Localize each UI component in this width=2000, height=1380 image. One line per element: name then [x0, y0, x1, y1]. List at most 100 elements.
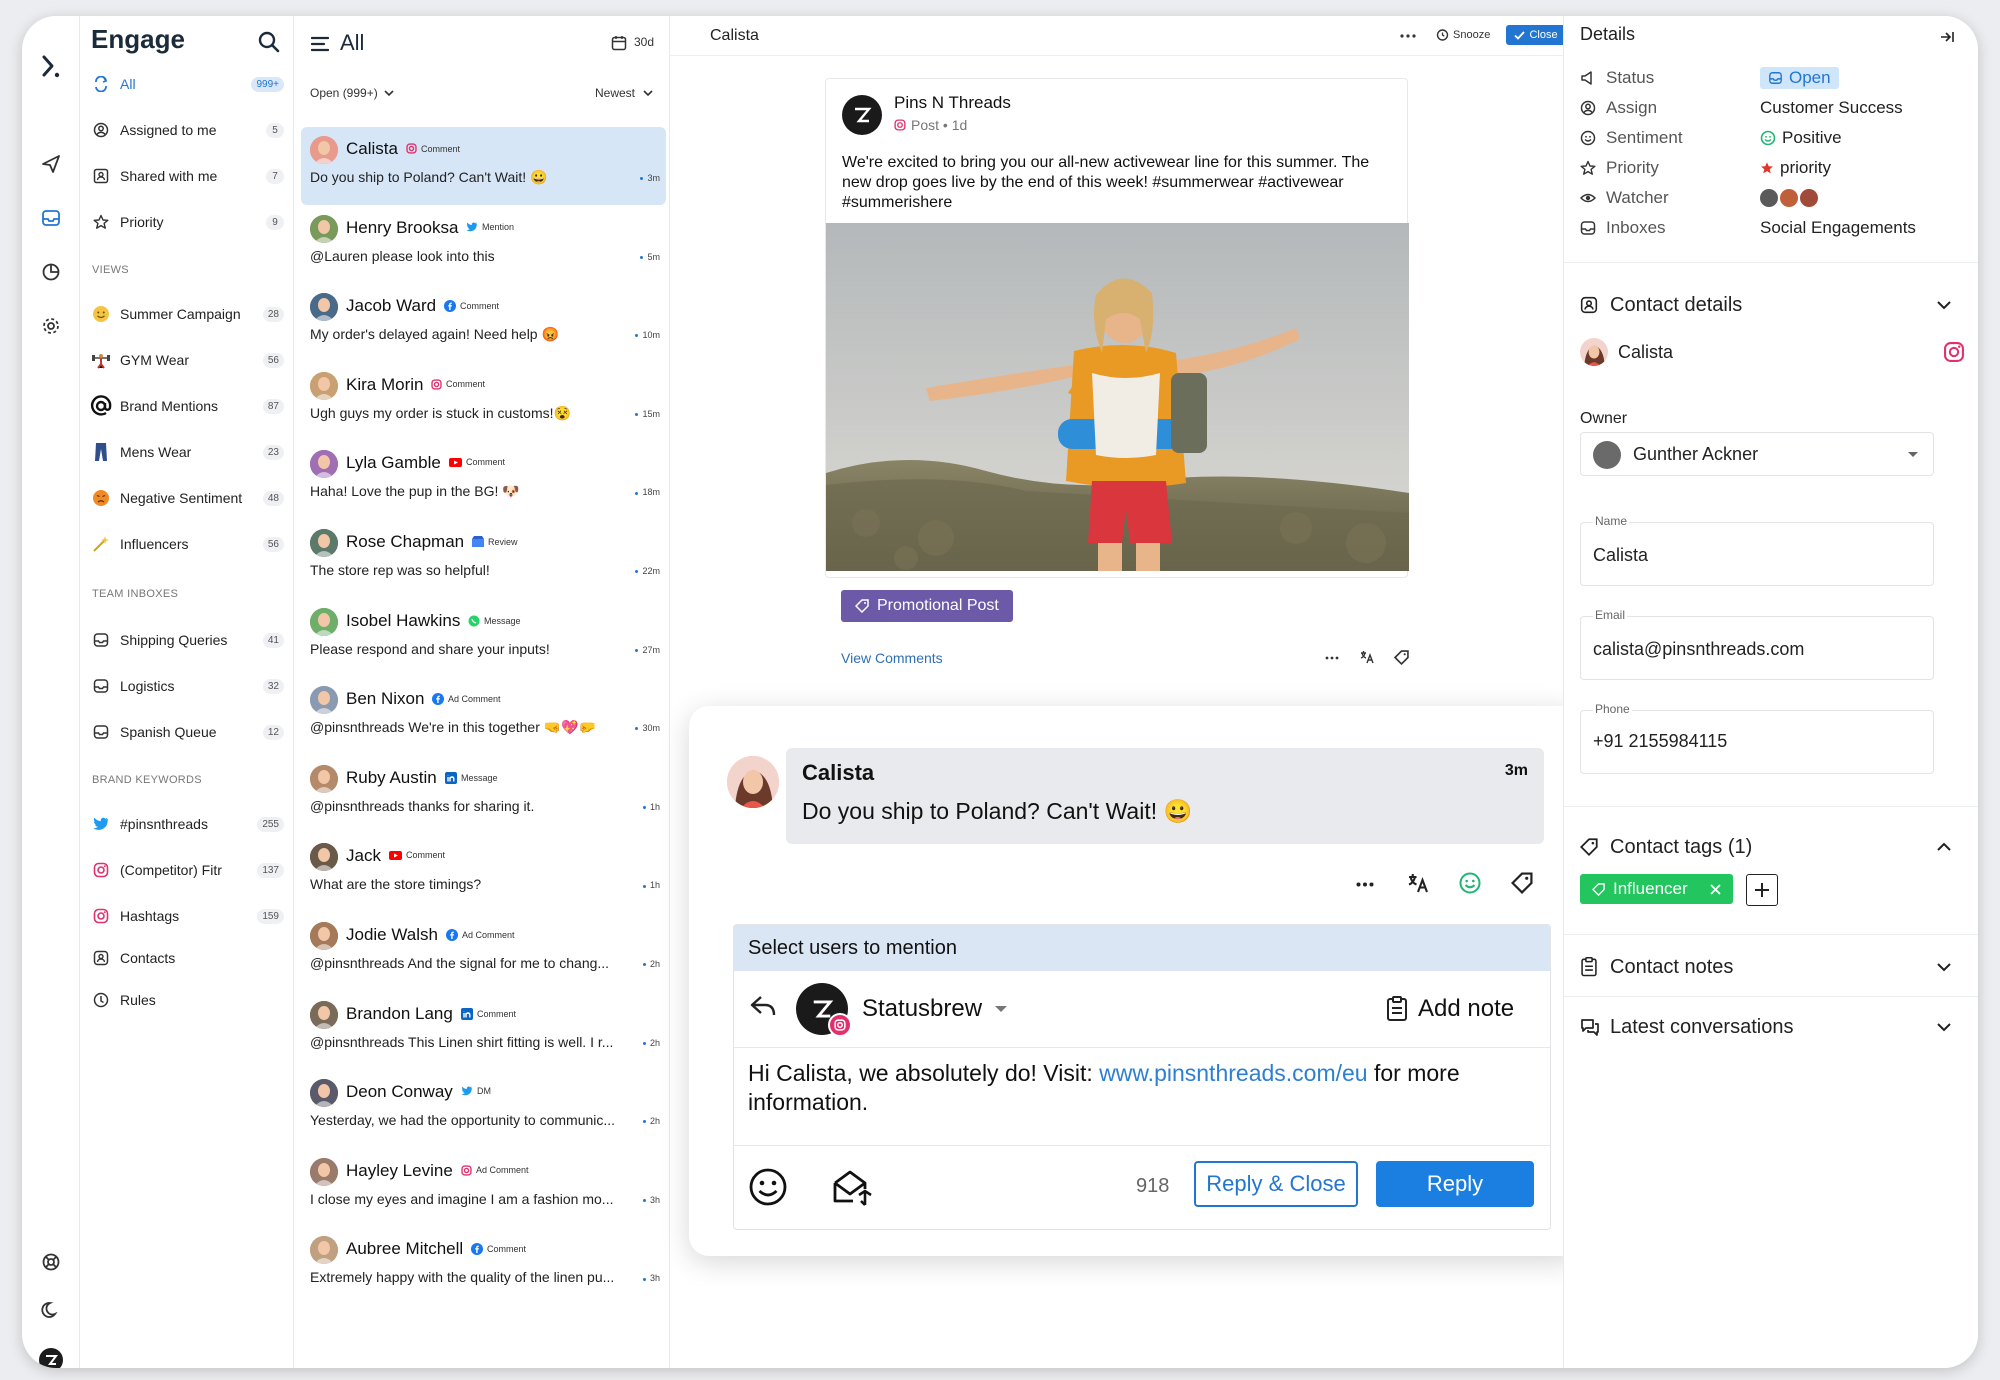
comment-time: 3m	[1504, 762, 1528, 779]
sidebar-view-mens-wear[interactable]: Mens Wear 23	[90, 434, 290, 470]
conversation-row[interactable]: Rose Chapman Review The store rep was so h…	[301, 520, 666, 598]
mention-users-bar[interactable]: Select users to mention	[734, 925, 1550, 971]
twitter-icon	[461, 1086, 473, 1096]
close-conversation-button[interactable]: Close	[1506, 25, 1566, 45]
date-range-label[interactable]: 30d	[634, 35, 654, 49]
sentiment-value[interactable]: Positive	[1760, 128, 1842, 148]
statusbrew-logo-icon[interactable]	[22, 48, 80, 84]
reply-text-area[interactable]: Hi Calista, we absolutely do! Visit: www…	[748, 1059, 1528, 1117]
sidebar-keyword-pinsnthreads[interactable]: #pinsnthreads 255	[90, 806, 290, 842]
list-title: All	[340, 30, 365, 55]
message-type-label: Comment	[466, 457, 506, 468]
reply-button[interactable]: Reply	[1376, 1161, 1534, 1207]
contact-avatar	[310, 1079, 338, 1108]
sidebar-item-label: (Competitor) Fitr	[120, 862, 222, 878]
sidebar-inbox-shipping[interactable]: Shipping Queries 41	[90, 622, 290, 658]
sidebar-item-shared[interactable]: Shared with me 7	[90, 158, 290, 194]
sidebar-view-negative-sentiment[interactable]: Negative Sentiment 48	[90, 480, 290, 516]
status-filter-dropdown[interactable]: Open (999+)	[310, 86, 394, 100]
menu-hamburger-icon[interactable]	[310, 34, 330, 54]
conversation-row[interactable]: Jacob Ward Comment My order's delayed agai…	[301, 284, 666, 362]
account-avatar[interactable]	[796, 983, 852, 1037]
sidebar-item-all[interactable]: All 999+	[90, 66, 290, 102]
conversation-row[interactable]: Jodie Walsh Ad Comment @pinsnthreads And t…	[301, 913, 666, 991]
conversation-row[interactable]: Kira Morin Comment Ugh guys my order is st…	[301, 363, 666, 441]
contact-name: Calista	[1618, 341, 1674, 362]
emoji-picker-icon[interactable]	[746, 1165, 790, 1209]
sidebar-item-assigned[interactable]: Assigned to me 5	[90, 112, 290, 148]
sidebar-item-label: Influencers	[120, 536, 189, 552]
add-tag-button[interactable]	[1746, 874, 1778, 906]
post-tag-badge[interactable]: Promotional Post	[841, 590, 1013, 622]
tag-icon[interactable]	[1392, 648, 1410, 666]
count-badge: 56	[262, 536, 284, 552]
status-megaphone-icon	[1581, 71, 1592, 85]
add-note-button[interactable]: Add note	[1386, 995, 1514, 1023]
translate-icon[interactable]	[1358, 648, 1376, 666]
help-lifebuoy-icon[interactable]	[22, 1244, 80, 1280]
sidebar-inbox-logistics[interactable]: Logistics 32	[90, 668, 290, 704]
conversation-row[interactable]: Ben Nixon Ad Comment @pinsnthreads We're i…	[301, 677, 666, 755]
saved-replies-icon[interactable]	[830, 1165, 874, 1209]
account-selector[interactable]: Statusbrew	[862, 995, 1008, 1023]
view-comments-link[interactable]: View Comments	[841, 650, 943, 666]
settings-gear-icon[interactable]	[22, 308, 80, 344]
reply-link[interactable]: www.pinsnthreads.com/eu	[1099, 1060, 1367, 1086]
contact-notes-section[interactable]: Contact notes	[1580, 952, 1960, 982]
more-options-icon[interactable]	[1353, 874, 1377, 894]
conversation-row[interactable]: Brandon Lang Comment @pinsnthreads This Li…	[301, 992, 666, 1070]
sidebar-item-contacts[interactable]: Contacts	[90, 940, 290, 976]
priority-value[interactable]: priority	[1760, 158, 1831, 178]
conversation-row[interactable]: Ruby Austin Message @pinsnthreads thanks f…	[301, 756, 666, 834]
contact-details-section[interactable]: Contact details	[1580, 290, 1960, 320]
conversation-row[interactable]: Henry Brooksa Mention @Lauren please look …	[301, 206, 666, 284]
inbox-icon[interactable]	[22, 200, 80, 236]
assign-value[interactable]: Customer Success	[1760, 98, 1903, 118]
priority-row: Priority priority	[1580, 156, 1960, 180]
sidebar-view-influencers[interactable]: Influencers 56	[90, 526, 290, 562]
conversation-row[interactable]: Deon Conway DM Yesterday, we had the oppor…	[301, 1070, 666, 1148]
sidebar-view-brand-mentions[interactable]: Brand Mentions 87	[90, 388, 290, 424]
more-options-icon[interactable]	[1324, 650, 1340, 666]
sidebar-item-priority[interactable]: Priority 9	[90, 204, 290, 240]
snooze-button[interactable]: Snooze	[1436, 28, 1490, 41]
user-avatar-icon[interactable]	[22, 1342, 80, 1368]
sidebar-keyword-hashtags[interactable]: Hashtags 159	[90, 898, 290, 934]
name-field[interactable]: Name Calista	[1580, 514, 1934, 586]
dark-mode-moon-icon[interactable]	[22, 1292, 80, 1328]
analytics-icon[interactable]	[22, 254, 80, 290]
owner-select[interactable]: Gunther Ackner	[1580, 432, 1934, 476]
smiley-sentiment-icon[interactable]	[1457, 870, 1483, 896]
sidebar-keyword-competitor[interactable]: (Competitor) Fitr 137	[90, 852, 290, 888]
conversation-row[interactable]: Aubree Mitchell Comment Extremely happy wi…	[301, 1227, 666, 1305]
sidebar-view-gym-wear[interactable]: GYM Wear 56	[90, 342, 290, 378]
tag-icon[interactable]	[1509, 870, 1535, 896]
latest-conversations-section[interactable]: Latest conversations	[1580, 1012, 1960, 1042]
collapse-panel-icon[interactable]	[1938, 28, 1956, 46]
publish-icon[interactable]	[22, 146, 80, 182]
rules-icon	[90, 989, 112, 1011]
sidebar-view-summer-campaign[interactable]: Summer Campaign 28	[90, 296, 290, 332]
sidebar-item-rules[interactable]: Rules	[90, 982, 290, 1018]
remove-tag-icon[interactable]	[1710, 883, 1721, 895]
sort-dropdown[interactable]: Newest	[595, 86, 653, 100]
phone-field[interactable]: Phone +91 2155984115	[1580, 702, 1934, 774]
status-badge[interactable]: Open	[1760, 67, 1839, 89]
inboxes-value[interactable]: Social Engagements	[1760, 218, 1916, 238]
email-field[interactable]: Email calista@pinsnthreads.com	[1580, 608, 1934, 680]
reply-and-close-button[interactable]: Reply & Close	[1194, 1161, 1358, 1207]
more-options-icon[interactable]	[1398, 30, 1418, 42]
calendar-icon[interactable]	[610, 34, 628, 52]
watcher-avatars[interactable]	[1760, 189, 1818, 207]
contact-tag-chip[interactable]: Influencer	[1580, 874, 1733, 904]
conversation-row[interactable]: Hayley Levine Ad Comment I close my eyes a…	[301, 1149, 666, 1227]
sidebar-inbox-spanish[interactable]: Spanish Queue 12	[90, 714, 290, 750]
conversation-row[interactable]: Jack Comment What are the store timings? 1h	[301, 834, 666, 912]
conversation-row[interactable]: Lyla Gamble Comment Haha! Love the pup in …	[301, 441, 666, 519]
conversation-row[interactable]: Isobel Hawkins Message Please respond and …	[301, 599, 666, 677]
instagram-icon[interactable]	[1942, 340, 1966, 364]
translate-icon[interactable]	[1405, 870, 1431, 896]
contact-tags-section[interactable]: Contact tags (1)	[1580, 832, 1960, 862]
conversation-row[interactable]: Calista Comment Do you ship to Poland? Can…	[301, 127, 666, 205]
search-icon[interactable]	[254, 27, 284, 57]
